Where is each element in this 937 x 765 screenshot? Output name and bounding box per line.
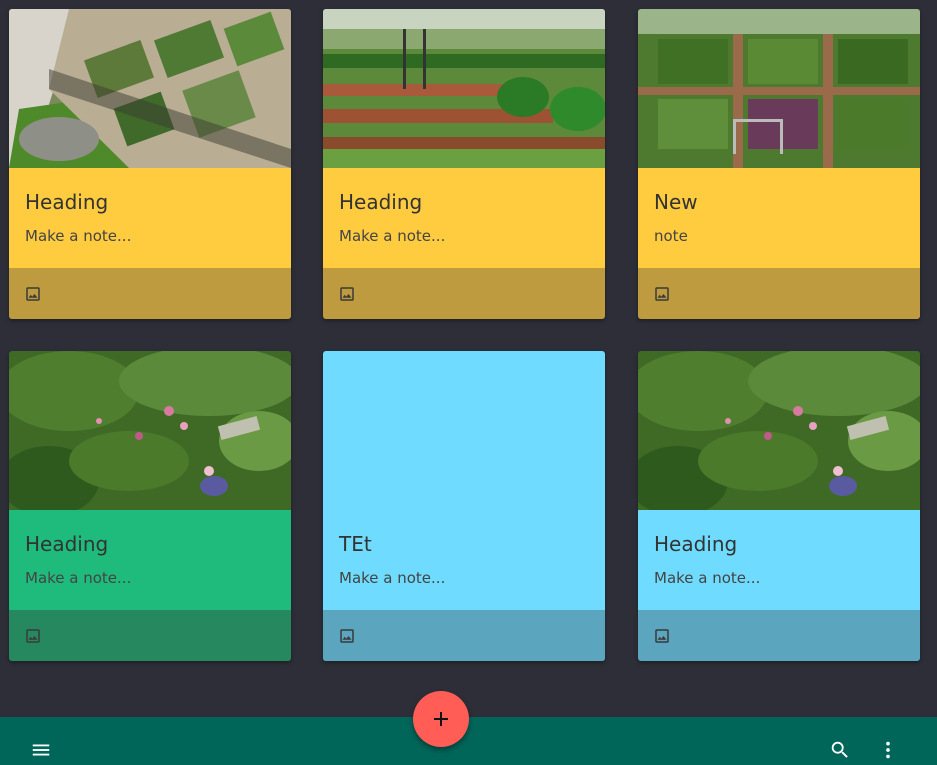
note-card[interactable]: Heading Make a note... [638,351,920,661]
formal-vegetable-garden-photo [323,9,605,168]
card-footer [9,268,291,319]
card-body: Heading Make a note... [9,168,291,268]
card-note[interactable]: Make a note... [654,569,760,587]
image-icon[interactable] [24,627,42,645]
card-footer [9,610,291,661]
cottage-flower-garden-photo [638,351,920,510]
image-icon[interactable] [338,285,356,303]
card-note[interactable]: Make a note... [339,569,445,587]
cottage-flower-garden-photo [9,351,291,510]
image-icon[interactable] [653,285,671,303]
note-card[interactable]: Heading Make a note... [323,9,605,319]
card-body: New note [638,168,920,268]
card-footer [638,610,920,661]
card-body: Heading Make a note... [638,510,920,610]
card-note[interactable]: Make a note... [339,227,445,245]
card-heading[interactable]: Heading [339,190,422,214]
note-card[interactable]: TEt Make a note... [323,351,605,661]
card-body: TEt Make a note... [323,510,605,610]
card-body: Heading Make a note... [323,168,605,268]
image-icon[interactable] [653,627,671,645]
note-card[interactable]: Heading Make a note... [9,351,291,661]
card-footer [638,268,920,319]
card-note[interactable]: Make a note... [25,227,131,245]
garden-raised-beds-photo [9,9,291,168]
card-heading[interactable]: TEt [339,532,372,556]
potager-garden-photo [638,9,920,168]
note-card[interactable]: Heading Make a note... [9,9,291,319]
add-note-button[interactable] [413,691,469,747]
card-note[interactable]: note [654,227,688,245]
card-footer [323,268,605,319]
card-footer [323,610,605,661]
search-icon[interactable] [829,739,851,761]
notes-page: Heading Make a note... Heading Make a no… [0,0,937,765]
menu-icon[interactable] [30,739,52,761]
note-card[interactable]: New note [638,9,920,319]
card-heading[interactable]: Heading [25,532,108,556]
card-heading[interactable]: Heading [25,190,108,214]
more-vert-icon[interactable] [877,739,899,761]
card-heading[interactable]: Heading [654,532,737,556]
plus-icon [434,712,448,726]
image-icon[interactable] [24,285,42,303]
card-body: Heading Make a note... [9,510,291,610]
card-note[interactable]: Make a note... [25,569,131,587]
card-heading[interactable]: New [654,190,698,214]
image-icon[interactable] [338,627,356,645]
